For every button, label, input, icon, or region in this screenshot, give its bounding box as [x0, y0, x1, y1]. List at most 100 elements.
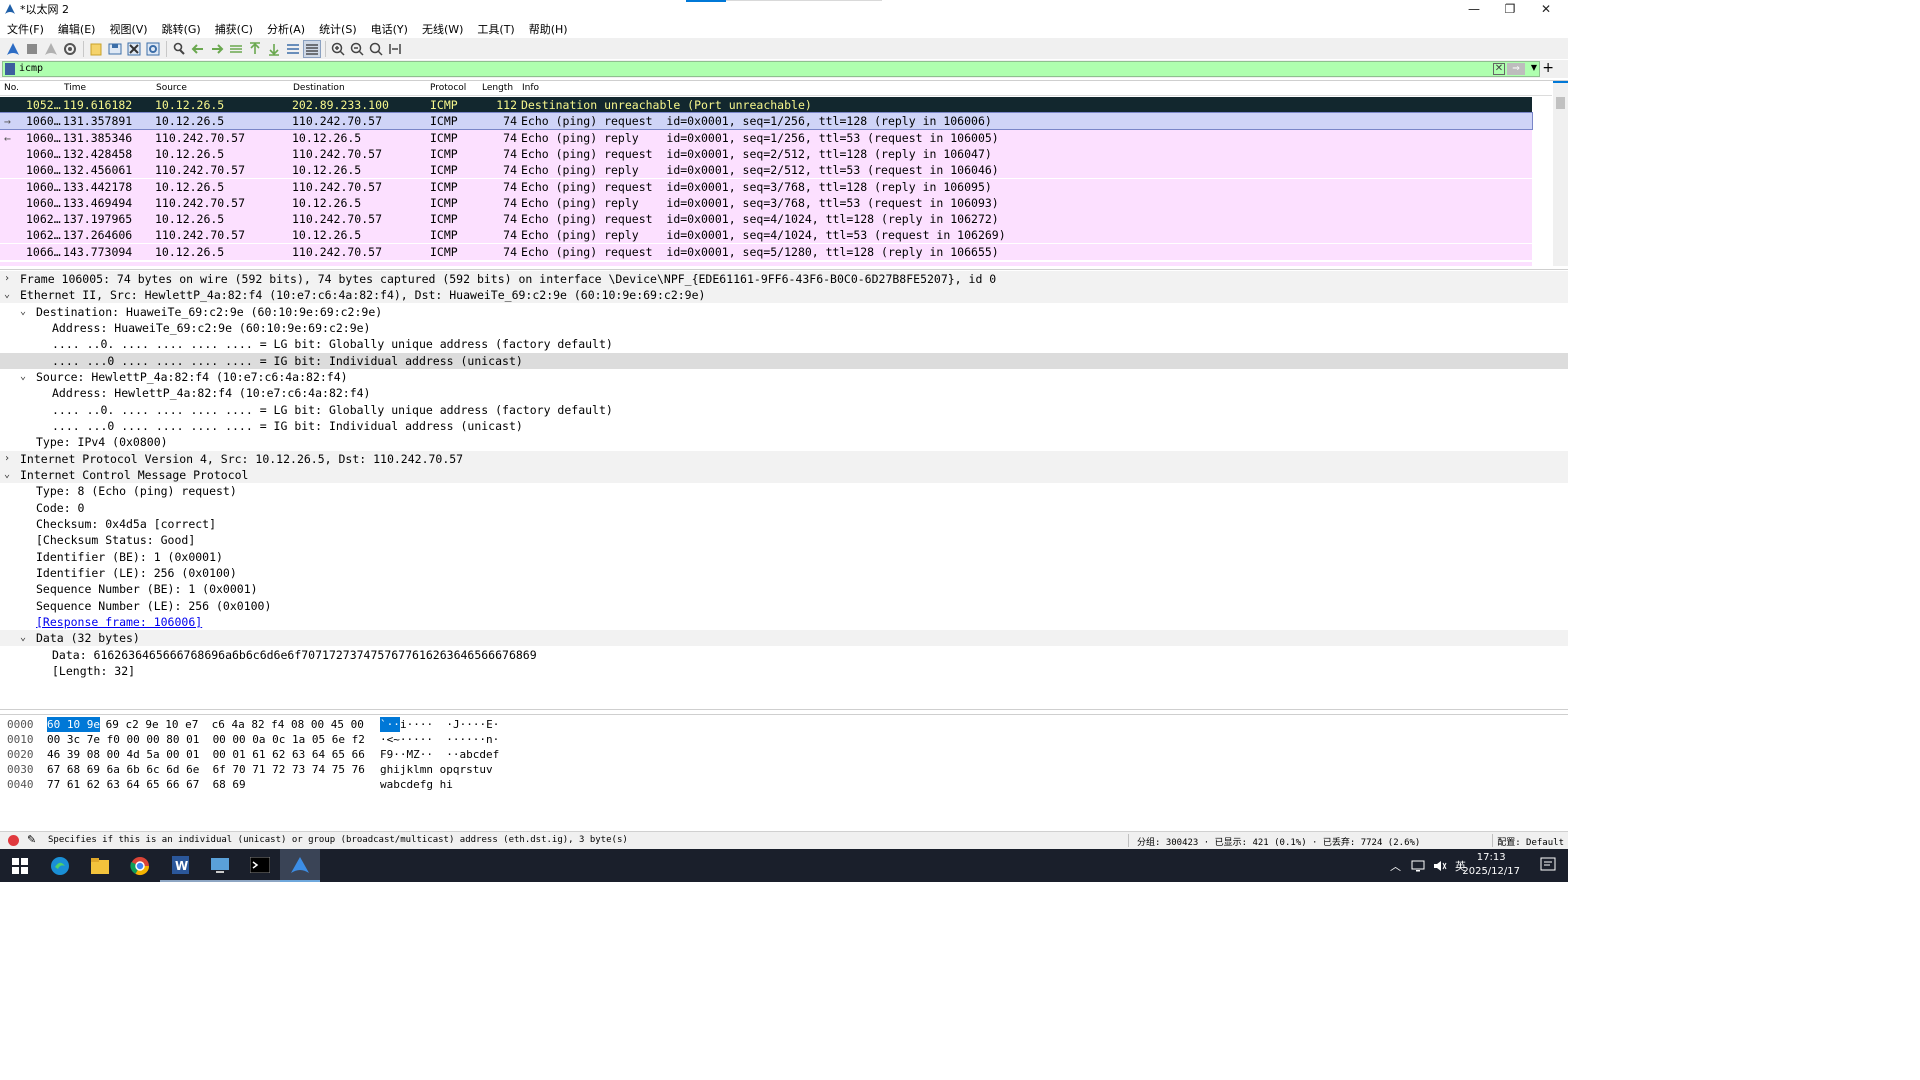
resize-columns-icon[interactable] — [386, 40, 404, 58]
detail-row[interactable]: Sequence Number (BE): 1 (0x0001) — [0, 581, 1568, 597]
detail-row[interactable]: Sequence Number (LE): 256 (0x0100) — [0, 598, 1568, 614]
start-capture-icon[interactable] — [4, 40, 22, 58]
reload-file-icon[interactable] — [144, 40, 162, 58]
detail-row[interactable]: › Internet Protocol Version 4, Src: 10.12… — [0, 450, 1568, 467]
close-file-icon[interactable] — [125, 40, 143, 58]
capture-options-icon[interactable] — [61, 40, 79, 58]
edge-taskbar-button[interactable] — [40, 849, 80, 882]
bytes-ascii[interactable]: ·<~····· ······n· — [380, 732, 499, 747]
expert-info-icon[interactable] — [8, 835, 19, 846]
packet-row[interactable]: 1060… 133.469494 110.242.70.57 10.12.26.5 IC… — [0, 194, 1532, 211]
bytes-hex[interactable]: 77 61 62 63 64 65 66 67 68 69 — [47, 777, 246, 792]
bytes-hex[interactable]: 69 c2 9e 10 e7 c6 4a 82 f4 08 00 45 00 — [99, 717, 364, 732]
bytes-hex-selected[interactable]: 60 10 9e — [47, 717, 100, 732]
bookmark-icon[interactable] — [5, 63, 15, 75]
bytes-offset[interactable]: 0030 — [7, 762, 34, 777]
detail-row[interactable]: Code: 0 — [0, 500, 1568, 516]
detail-row[interactable]: ⌄ Destination: HuaweiTe_69:c2:9e (60:10:9… — [0, 304, 1568, 320]
detail-row[interactable]: Type: 8 (Echo (ping) request) — [0, 483, 1568, 499]
terminal-taskbar-button[interactable] — [240, 849, 280, 882]
bytes-hex[interactable]: 00 3c 7e f0 00 00 80 01 00 00 0a 0c 1a 0… — [47, 732, 365, 747]
detail-row[interactable]: Checksum: 0x4d5a [correct] — [0, 516, 1568, 532]
response-frame-link[interactable]: [Response frame: 106006] — [36, 614, 202, 630]
volume-icon[interactable] — [1433, 860, 1447, 872]
menu-item-7[interactable]: 电话(Y) — [364, 21, 415, 37]
stop-capture-icon[interactable] — [23, 40, 41, 58]
go-to-packet-icon[interactable] — [227, 40, 245, 58]
detail-row[interactable]: Address: HuaweiTe_69:c2:9e (60:10:9e:69:… — [0, 320, 1568, 336]
remote-desktop-taskbar-button[interactable] — [200, 849, 240, 882]
open-file-icon[interactable] — [87, 40, 105, 58]
detail-row[interactable]: ⌄ Source: HewlettP_4a:82:f4 (10:e7:c6:4a:… — [0, 369, 1568, 385]
word-taskbar-button[interactable]: W — [160, 849, 200, 882]
detail-row[interactable]: Identifier (LE): 256 (0x0100) — [0, 565, 1568, 581]
menu-item-9[interactable]: 工具(T) — [470, 21, 521, 37]
packet-row[interactable]: 1060… 131.357891 10.12.26.5 110.242.70.57 IC… — [0, 112, 1533, 131]
detail-row[interactable]: ⌄ Internet Control Message Protocol — [0, 466, 1568, 483]
bytes-hex[interactable]: 46 39 08 00 4d 5a 00 01 00 01 61 62 63 6… — [47, 747, 365, 762]
packet-row[interactable]: 1062… 137.197965 10.12.26.5 110.242.70.57 IC… — [0, 211, 1532, 228]
packet-row[interactable]: 1060… 131.385346 110.242.70.57 10.12.26.5 IC… — [0, 129, 1532, 146]
normal-size-icon[interactable] — [367, 40, 385, 58]
collapse-arrow-icon[interactable]: ⌄ — [4, 467, 14, 483]
packet-row[interactable]: 1066… 143.773094 10.12.26.5 110.242.70.57 IC… — [0, 243, 1532, 260]
apply-filter-icon[interactable]: ⇒ — [1507, 63, 1525, 75]
go-back-icon[interactable] — [189, 40, 207, 58]
edit-comment-icon[interactable]: ✎ — [27, 833, 36, 846]
detail-row[interactable]: .... ...0 .... .... .... .... = IG bit: … — [0, 352, 1568, 369]
menu-item-6[interactable]: 统计(S) — [312, 21, 364, 37]
bytes-ascii[interactable]: F9··MZ·· ··abcdef — [380, 747, 499, 762]
column-header-time[interactable]: Time — [64, 83, 86, 93]
packet-row[interactable]: 1060… 132.428458 10.12.26.5 110.242.70.57 IC… — [0, 145, 1532, 162]
menu-item-2[interactable]: 视图(V) — [102, 21, 154, 37]
detail-row[interactable]: [Length: 32] — [0, 663, 1568, 679]
colorize-icon[interactable] — [303, 39, 321, 58]
maximize-button[interactable]: ❐ — [1492, 0, 1528, 18]
taskbar-clock[interactable]: 17:13 2025/12/17 — [1462, 851, 1520, 879]
show-hidden-icons-icon[interactable]: ︿ — [1390, 858, 1401, 874]
column-header-protocol[interactable]: Protocol — [430, 83, 466, 93]
network-icon[interactable] — [1411, 860, 1425, 872]
auto-scroll-icon[interactable] — [284, 40, 302, 58]
zoom-in-icon[interactable] — [329, 40, 347, 58]
go-last-icon[interactable] — [265, 40, 283, 58]
detail-row[interactable]: ⌄ Ethernet II, Src: HewlettP_4a:82:f4 (10… — [0, 287, 1568, 304]
detail-row[interactable]: [Checksum Status: Good] — [0, 532, 1568, 548]
detail-row[interactable]: .... ...0 .... .... .... .... = IG bit: … — [0, 418, 1568, 434]
save-file-icon[interactable] — [106, 40, 124, 58]
column-header-source[interactable]: Source — [156, 83, 187, 93]
go-forward-icon[interactable] — [208, 40, 226, 58]
zoom-out-icon[interactable] — [348, 40, 366, 58]
bytes-ascii[interactable]: i···· ·J····E· — [400, 717, 499, 732]
expand-arrow-icon[interactable]: › — [4, 271, 14, 287]
bytes-ascii-selected[interactable]: `·· — [380, 717, 400, 732]
detail-row[interactable]: Address: HewlettP_4a:82:f4 (10:e7:c6:4a:… — [0, 385, 1568, 401]
collapse-arrow-icon[interactable]: ⌄ — [4, 287, 14, 303]
menu-item-10[interactable]: 帮助(H) — [522, 21, 575, 37]
start-button[interactable] — [0, 849, 40, 882]
wireshark-taskbar-button[interactable] — [280, 849, 320, 882]
file-explorer-taskbar-button[interactable] — [80, 849, 120, 882]
collapse-arrow-icon[interactable]: ⌄ — [20, 304, 30, 320]
bytes-hex[interactable]: 67 68 69 6a 6b 6c 6d 6e 6f 70 71 72 73 7… — [47, 762, 365, 777]
expand-arrow-icon[interactable]: › — [4, 451, 14, 467]
display-filter-input[interactable]: icmp ✕ ⇒ ▼ — [2, 61, 1540, 77]
column-header-length[interactable]: Length — [482, 83, 513, 93]
menu-item-3[interactable]: 跳转(G) — [155, 21, 208, 37]
detail-row[interactable]: Type: IPv4 (0x0800) — [0, 434, 1568, 450]
filter-history-dropdown-icon[interactable]: ▼ — [1531, 63, 1537, 72]
menu-item-8[interactable]: 无线(W) — [415, 21, 470, 37]
detail-row[interactable]: Identifier (BE): 1 (0x0001) — [0, 549, 1568, 565]
detail-row[interactable]: ⌄ Data (32 bytes) — [0, 630, 1568, 647]
restart-capture-icon[interactable] — [42, 40, 60, 58]
bytes-offset[interactable]: 0000 — [7, 717, 34, 732]
detail-row[interactable]: › Frame 106005: 74 bytes on wire (592 bit… — [0, 271, 1568, 287]
bytes-offset[interactable]: 0020 — [7, 747, 34, 762]
close-button[interactable]: ✕ — [1528, 0, 1564, 18]
packet-row[interactable]: 1060… 133.442178 10.12.26.5 110.242.70.57 IC… — [0, 178, 1532, 195]
bytes-ascii[interactable]: wabcdefg hi — [380, 777, 453, 792]
bytes-offset[interactable]: 0010 — [7, 732, 34, 747]
notification-center-icon[interactable] — [1540, 857, 1556, 873]
detail-row[interactable]: .... ..0. .... .... .... .... = LG bit: … — [0, 336, 1568, 352]
minimize-button[interactable]: — — [1456, 0, 1492, 18]
